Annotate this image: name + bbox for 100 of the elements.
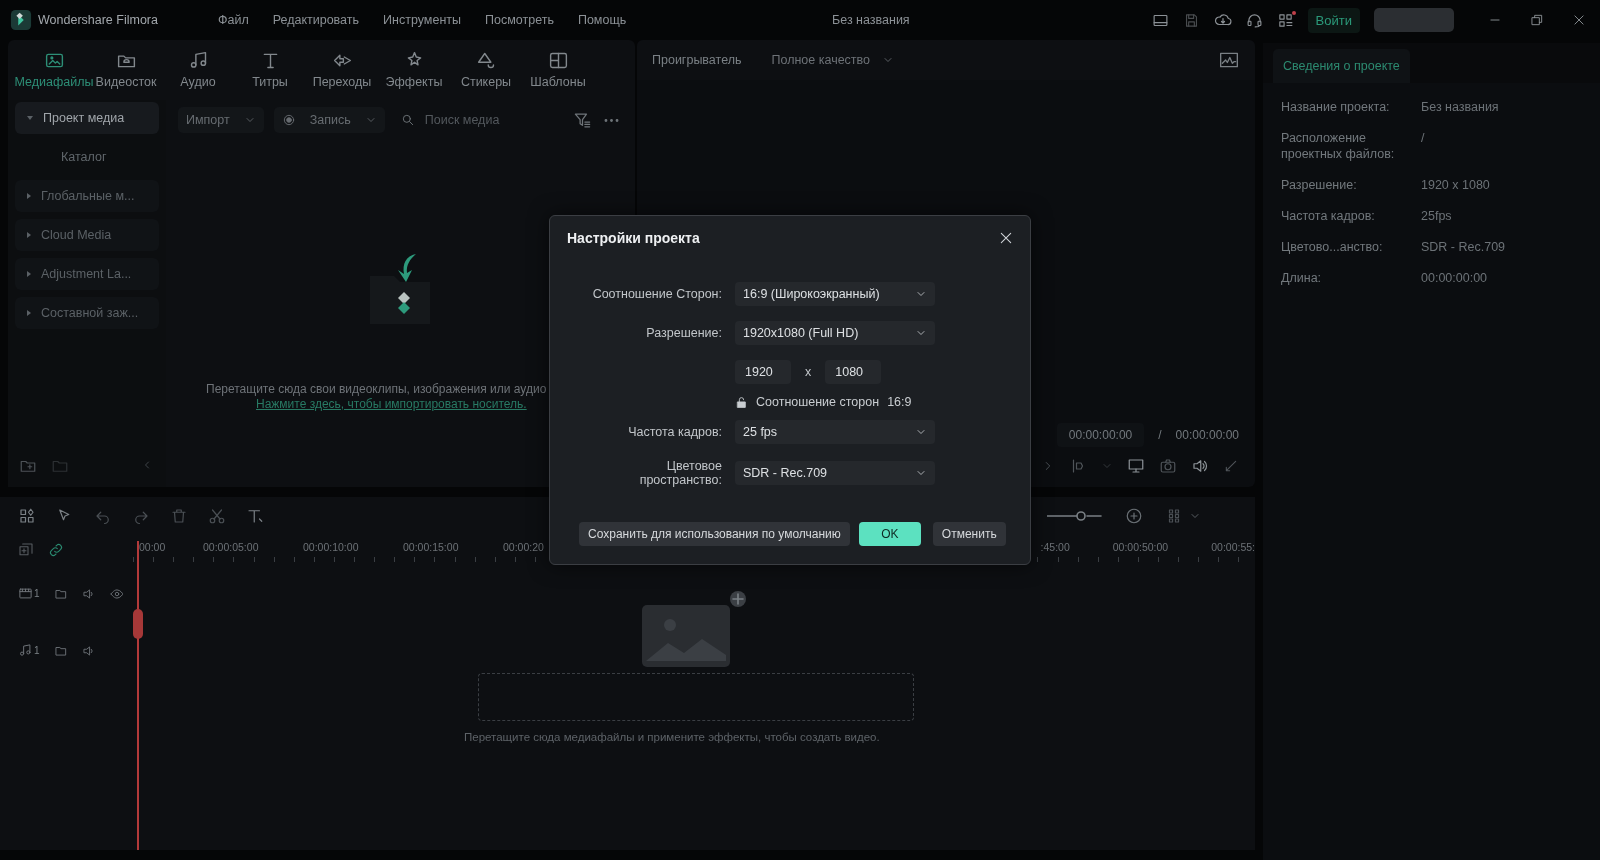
link-icon[interactable] [48, 542, 64, 558]
total-timecode: 00:00:00:00 [1175, 428, 1239, 442]
menu-item[interactable]: Файл [217, 13, 249, 27]
record-dropdown[interactable]: Запись [273, 107, 385, 133]
layout-grid-icon[interactable] [18, 507, 36, 525]
sticker-icon [475, 50, 497, 71]
sidebar-item[interactable]: Cloud Media [15, 219, 159, 251]
timeline-drop-zone[interactable] [478, 673, 914, 721]
menu-item[interactable]: Инструменты [383, 13, 461, 27]
quality-dropdown[interactable]: Полное качество [765, 52, 901, 68]
info-value: / [1421, 130, 1426, 147]
info-label: Цветово...анство: [1281, 239, 1384, 255]
info-value: 25fps [1421, 208, 1453, 224]
select-dropdown[interactable]: 16:9 (Широкоэкранный) [735, 282, 935, 306]
search-field[interactable]: Поиск медиа [422, 112, 563, 128]
close-icon[interactable] [998, 230, 1014, 246]
select-dropdown[interactable]: SDR - Rec.709 [735, 461, 935, 485]
dialog-title: Настройки проекта [567, 230, 700, 246]
text-icon[interactable] [246, 507, 264, 525]
apps-icon[interactable] [1276, 11, 1294, 29]
ruler-label: 00:00:55: [1211, 540, 1255, 555]
media-tab[interactable]: Стикеры [450, 48, 522, 100]
playhead-handle[interactable] [133, 609, 143, 639]
music-note-icon [18, 643, 33, 658]
headset-icon[interactable] [1245, 11, 1263, 29]
media-tab[interactable]: Эффекты [378, 48, 450, 100]
monitor-icon[interactable] [1127, 457, 1145, 475]
ruler-label: :45:00 [1040, 540, 1070, 555]
dialog-button[interactable]: Сохранить для использования по умолчанию [579, 522, 850, 546]
volume-icon[interactable] [1191, 457, 1209, 475]
trash-icon[interactable] [170, 507, 188, 525]
dialog-button[interactable]: Отменить [932, 522, 1006, 546]
sidebar-item[interactable]: Каталог [15, 141, 159, 173]
eye-icon[interactable] [109, 586, 124, 601]
info-label: Длина: [1281, 270, 1323, 286]
sidebar-item[interactable]: Adjustment La... [15, 258, 159, 290]
field-label: Соотношение Сторон: [592, 287, 722, 301]
grid-icon [547, 50, 569, 71]
import-link[interactable]: Нажмите здесь, чтобы импортировать носитель. [256, 397, 527, 411]
ok-button[interactable]: OK [858, 522, 921, 546]
import-dropdown[interactable]: Импорт [178, 107, 264, 133]
close-icon[interactable] [1572, 13, 1586, 27]
media-tab[interactable]: Аудио [162, 48, 234, 100]
select-dropdown[interactable]: 25 fps [735, 420, 935, 444]
expand-icon[interactable] [1223, 458, 1239, 474]
login-button[interactable]: Войти [1307, 7, 1360, 33]
sidebar-item[interactable]: Составной заж... [15, 297, 159, 329]
field-label: Частота кадров: [627, 425, 722, 439]
ruler-label: 00:00:05:00 [203, 540, 260, 555]
width-field[interactable]: 1920 [735, 360, 791, 384]
camera-icon[interactable] [1159, 457, 1177, 475]
field-label: Цветовое пространство: [638, 459, 722, 487]
video-track-icon [18, 586, 33, 601]
maximize-icon[interactable] [1530, 13, 1544, 27]
unlock-icon[interactable] [735, 395, 748, 409]
menu-item[interactable]: Редактировать [272, 13, 360, 27]
sidebar-item[interactable]: Проект медиа [15, 102, 159, 134]
media-tab[interactable]: Переходы [306, 48, 378, 100]
window-title: Без названия [832, 13, 910, 27]
waveform-chart-icon[interactable] [1219, 50, 1239, 70]
info-tab[interactable]: Сведения о проекте [1273, 49, 1410, 83]
info-label: Расположение проектных файлов: [1281, 130, 1396, 162]
info-value: 00:00:00:00 [1421, 270, 1489, 286]
player-tab[interactable]: Проигрыватель [652, 53, 742, 67]
time-separator: / [1158, 428, 1162, 442]
search-icon [400, 113, 415, 127]
track-number: 1 [34, 588, 40, 599]
menu-item[interactable]: Помощь [577, 13, 627, 27]
info-value: SDR - Rec.709 [1421, 239, 1507, 255]
speaker-icon[interactable] [81, 586, 96, 601]
height-field[interactable]: 1080 [825, 360, 882, 384]
size-separator: x [805, 365, 812, 379]
timeline-drop-hint: Перетащите сюда медиафайлы и примените эффекты, чтобы создать видео. [464, 731, 880, 743]
track-number: 1 [34, 645, 40, 656]
aspect-lock-label: Соотношение сторон [756, 395, 880, 409]
media-tab[interactable]: Титры [234, 48, 306, 100]
logo-icon [10, 9, 32, 31]
ruler-label: 00:00 [138, 540, 167, 555]
speaker-icon[interactable] [81, 643, 96, 658]
info-label: Название проекта: [1281, 99, 1391, 115]
ruler-label: 00:00:10:00 [303, 540, 360, 555]
record-icon [281, 113, 296, 127]
current-timecode: 00:00:00:00 [1056, 423, 1145, 447]
info-value: 1920 x 1080 [1421, 177, 1491, 193]
add-track-icon[interactable] [18, 542, 34, 558]
ruler-label: 00:00:15:00 [403, 540, 460, 555]
media-tab[interactable]: Шаблоны [522, 48, 594, 100]
ruler-label: 00:00:50:00 [1112, 540, 1169, 555]
drop-hint: Перетащите сюда свои видеоклипы, изображения или аудио [206, 382, 547, 396]
info-label: Разрешение: [1281, 177, 1358, 193]
select-dropdown[interactable]: 1920x1080 (Full HD) [735, 321, 935, 345]
app-name: Wondershare Filmora [38, 13, 158, 27]
info-label: Частота кадров: [1281, 208, 1376, 224]
aspect-value: 16:9 [887, 395, 912, 409]
scissors-icon[interactable] [208, 507, 226, 525]
info-value: Без названия [1421, 99, 1500, 115]
field-label: Разрешение: [645, 326, 722, 340]
sidebar-item[interactable]: Глобальные м... [15, 180, 159, 212]
menu-item[interactable]: Посмотреть [485, 13, 554, 27]
zoom-in-icon[interactable] [1125, 507, 1143, 525]
